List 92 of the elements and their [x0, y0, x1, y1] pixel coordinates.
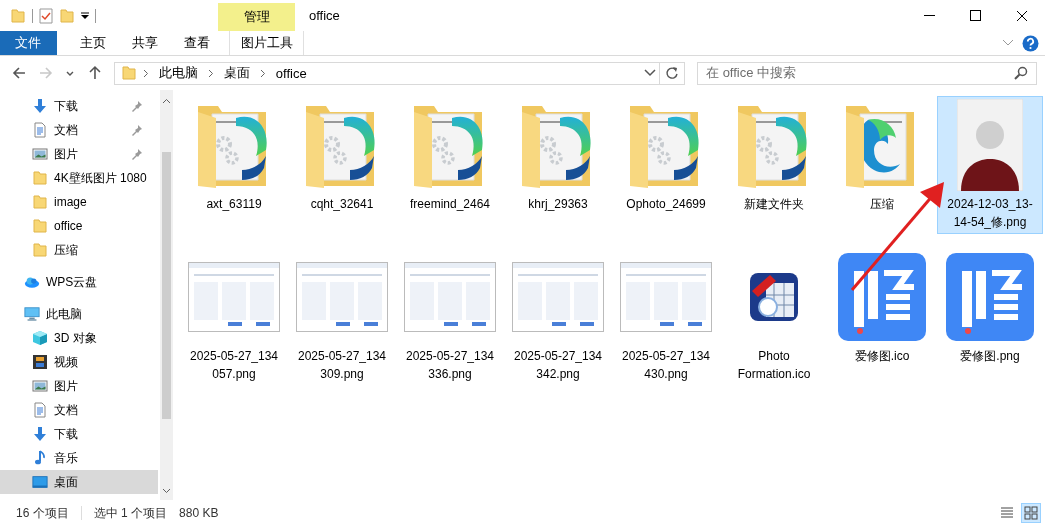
file-item[interactable]: axt_63119 [181, 96, 287, 216]
folder-icon [32, 194, 48, 210]
file-item[interactable]: Photo Formation.ico [721, 248, 827, 386]
file-item[interactable]: 爱修图.ico [829, 248, 935, 368]
close-icon [1016, 9, 1028, 22]
file-item[interactable]: cqht_32641 [289, 96, 395, 216]
sidebar-item[interactable]: office [0, 214, 158, 238]
scrollbar-thumb[interactable] [162, 152, 171, 419]
sidebar-item[interactable]: 3D 对象 [0, 326, 158, 350]
sidebar-item[interactable]: 此电脑 [0, 302, 158, 326]
file-item[interactable]: khrj_29363 [505, 96, 611, 216]
file-item[interactable]: 新建文件夹 [721, 96, 827, 216]
folder-icon [32, 242, 48, 258]
large-icons-view-icon[interactable] [1021, 503, 1041, 523]
sidebar-item[interactable]: 下载 [0, 422, 158, 446]
minimize-icon [924, 14, 936, 17]
expand-ribbon-icon[interactable] [1002, 39, 1014, 47]
sidebar-item[interactable]: 图片 [0, 374, 158, 398]
sidebar-item[interactable]: image [0, 190, 158, 214]
sidebar-item[interactable]: 文档 [0, 118, 158, 142]
sidebar-item[interactable]: 压缩 [0, 238, 158, 262]
checked-document-icon[interactable] [39, 7, 53, 24]
picture-icon [32, 378, 48, 394]
up-arrow-icon[interactable] [86, 65, 103, 81]
file-item[interactable]: 爱修图.png [937, 248, 1043, 368]
search-placeholder: 在 office 中搜索 [706, 64, 798, 82]
scrollbar[interactable] [160, 90, 173, 500]
file-item[interactable]: Ophoto_24699 [613, 96, 719, 216]
pin-icon[interactable] [131, 148, 143, 160]
xiu-app-icon [838, 253, 926, 341]
monitor-icon [24, 306, 40, 322]
cloud-icon [24, 275, 40, 289]
chevron-right-icon[interactable] [207, 68, 214, 78]
download-arrow-icon [32, 98, 48, 114]
sidebar-item[interactable]: 音乐 [0, 446, 158, 470]
sidebar-item[interactable]: 文档 [0, 398, 158, 422]
pin-icon[interactable] [131, 124, 143, 136]
xiu-app-icon [946, 253, 1034, 341]
document-icon [32, 122, 48, 138]
refresh-button[interactable] [660, 61, 686, 85]
sidebar-item[interactable]: WPS云盘 [0, 270, 158, 294]
sidebar-item[interactable]: 4K壁纸图片 1080 [0, 166, 158, 190]
chevron-down-icon[interactable] [643, 69, 656, 77]
ribbon-tab[interactable]: 文件 [0, 31, 57, 55]
maximize-icon [970, 9, 982, 22]
folder-icon [32, 170, 48, 186]
pin-icon[interactable] [131, 100, 143, 112]
chevron-right-icon[interactable] [259, 68, 266, 78]
back-arrow-icon[interactable] [12, 65, 28, 81]
item-count: 16 个项目 [16, 504, 70, 522]
file-item[interactable]: 2024-12-03_13-14-54_修.png [937, 96, 1043, 234]
file-item[interactable]: 2025-05-27_134430.png [613, 248, 719, 386]
selection-count: 选中 1 个项目 [93, 504, 169, 522]
download-arrow-icon [32, 426, 48, 442]
search-icon[interactable] [1014, 66, 1028, 80]
ribbon-tab[interactable]: 共享 [119, 31, 171, 55]
sidebar-item[interactable]: 图片 [0, 142, 158, 166]
ribbon-tab[interactable]: 查看 [171, 31, 223, 55]
selection-size: 880 KB [179, 506, 220, 520]
file-item[interactable]: 压缩 [829, 96, 935, 216]
sidebar-item[interactable]: 下载 [0, 94, 158, 118]
cube-icon [32, 330, 48, 346]
music-note-icon [32, 450, 48, 466]
film-strip-icon [32, 354, 48, 370]
help-icon[interactable] [1022, 34, 1039, 52]
chevron-right-icon[interactable] [142, 68, 149, 78]
scroll-down-icon[interactable] [162, 488, 171, 494]
scroll-up-icon[interactable] [162, 98, 171, 104]
file-item[interactable]: 2025-05-27_134309.png [289, 248, 395, 386]
document-icon [32, 402, 48, 418]
refresh-icon [665, 66, 680, 80]
breadcrumb-item[interactable]: office [271, 65, 311, 81]
breadcrumb-item[interactable]: 此电脑 [154, 64, 202, 82]
file-item[interactable]: 2025-05-27_134057.png [181, 248, 287, 386]
ribbon-tab[interactable]: 图片工具 [229, 31, 304, 55]
sidebar-item[interactable]: 视频 [0, 350, 158, 374]
address-bar[interactable]: 此电脑 桌面 office [113, 61, 661, 85]
file-item[interactable]: 2025-05-27_134336.png [397, 248, 503, 386]
file-item[interactable]: 2025-05-27_134342.png [505, 248, 611, 386]
window-title: office [308, 7, 340, 25]
ribbon-tab[interactable]: 主页 [67, 31, 119, 55]
breadcrumb-item[interactable]: 桌面 [219, 64, 254, 82]
context-tab-header: 管理 [218, 3, 295, 31]
customize-dropdown-icon[interactable] [81, 11, 89, 20]
picture-icon [32, 146, 48, 162]
folder-icon [120, 65, 137, 81]
sidebar-item[interactable]: 桌面 [0, 470, 158, 494]
desktop-icon [32, 475, 48, 489]
search-field[interactable]: 在 office 中搜索 [697, 61, 1037, 85]
file-item[interactable]: freemind_2464 [397, 96, 503, 216]
pro-app-icon [748, 271, 800, 323]
folder-icon [32, 218, 48, 234]
